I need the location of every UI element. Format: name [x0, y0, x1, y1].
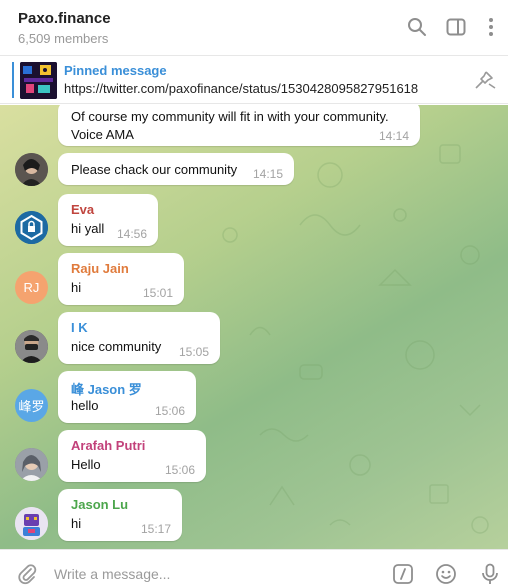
unpin-icon[interactable] [474, 70, 496, 90]
pinned-thumbnail [20, 62, 57, 99]
sender-name[interactable]: Raju Jain [71, 261, 129, 276]
message-bubble[interactable]: Please chack our community 14:15 [58, 153, 294, 185]
message-time: 15:06 [164, 463, 195, 477]
chat-header: Paxo.finance 6,509 members [0, 0, 508, 56]
attach-icon[interactable] [14, 561, 40, 587]
pinned-message-bar[interactable]: Pinned message https://twitter.com/paxof… [0, 56, 508, 104]
message-time: 14:14 [378, 129, 409, 143]
sender-name[interactable]: Jason Lu [71, 497, 128, 512]
command-icon[interactable] [390, 561, 416, 587]
message-text: nice community [71, 339, 162, 354]
message-text: hello [71, 398, 99, 413]
message-text: hi [71, 280, 82, 295]
pinned-accent-bar [12, 62, 14, 98]
avatar[interactable]: 峰罗 [15, 389, 48, 422]
message-time: 14:56 [116, 227, 147, 241]
message-bubble[interactable]: Jason Lu hi 15:17 [58, 489, 182, 541]
member-count[interactable]: 6,509 members [18, 31, 108, 46]
message-bubble[interactable]: 峰 Jason 罗 hello 15:06 [58, 371, 196, 423]
pinned-label: Pinned message [64, 63, 167, 78]
message-text: hi [71, 516, 82, 531]
message-time: 14:15 [252, 167, 283, 181]
search-icon[interactable] [404, 14, 430, 40]
message-time: 15:17 [140, 522, 171, 536]
message-bubble[interactable]: Arafah Putri Hello 15:06 [58, 430, 206, 482]
microphone-icon[interactable] [477, 561, 503, 587]
avatar-initials: RJ [23, 280, 40, 295]
sidebar-toggle-icon[interactable] [443, 14, 469, 40]
message-text: Please chack our community [71, 162, 238, 177]
avatar[interactable] [15, 211, 48, 244]
avatar[interactable] [15, 448, 48, 481]
avatar[interactable] [15, 330, 48, 363]
sender-name[interactable]: 峰 Jason 罗 [71, 379, 142, 398]
message-time: 15:05 [178, 345, 209, 359]
chat-title[interactable]: Paxo.finance [18, 10, 111, 27]
message-bubble[interactable]: Of course my community will fit in with … [58, 105, 420, 146]
message-text: hi yall [71, 221, 105, 236]
message-text: Hello [71, 457, 101, 472]
message-bubble[interactable]: Raju Jain hi 15:01 [58, 253, 184, 305]
avatar[interactable]: RJ [15, 271, 48, 304]
chat-area[interactable]: Of course my community will fit in with … [0, 105, 508, 549]
message-composer: Write a message... [0, 549, 508, 587]
message-bubble[interactable]: Eva hi yall 14:56 [58, 194, 158, 246]
avatar[interactable] [15, 153, 48, 186]
pinned-link[interactable]: https://twitter.com/paxofinance/status/1… [64, 81, 418, 96]
sender-name[interactable]: Eva [71, 202, 94, 217]
message-time: 15:01 [142, 286, 173, 300]
avatar-initials: 峰罗 [18, 399, 45, 414]
sender-name[interactable]: I K [71, 320, 88, 335]
message-text: Of course my community will fit in with … [71, 109, 389, 124]
message-bubble[interactable]: I K nice community 15:05 [58, 312, 220, 364]
message-input[interactable]: Write a message... [54, 566, 170, 582]
message-text: Voice AMA [71, 127, 134, 142]
message-time: 15:06 [154, 404, 185, 418]
sender-name[interactable]: Arafah Putri [71, 438, 145, 453]
emoji-icon[interactable] [433, 561, 459, 587]
avatar[interactable] [15, 507, 48, 540]
more-vertical-icon[interactable] [478, 14, 504, 40]
